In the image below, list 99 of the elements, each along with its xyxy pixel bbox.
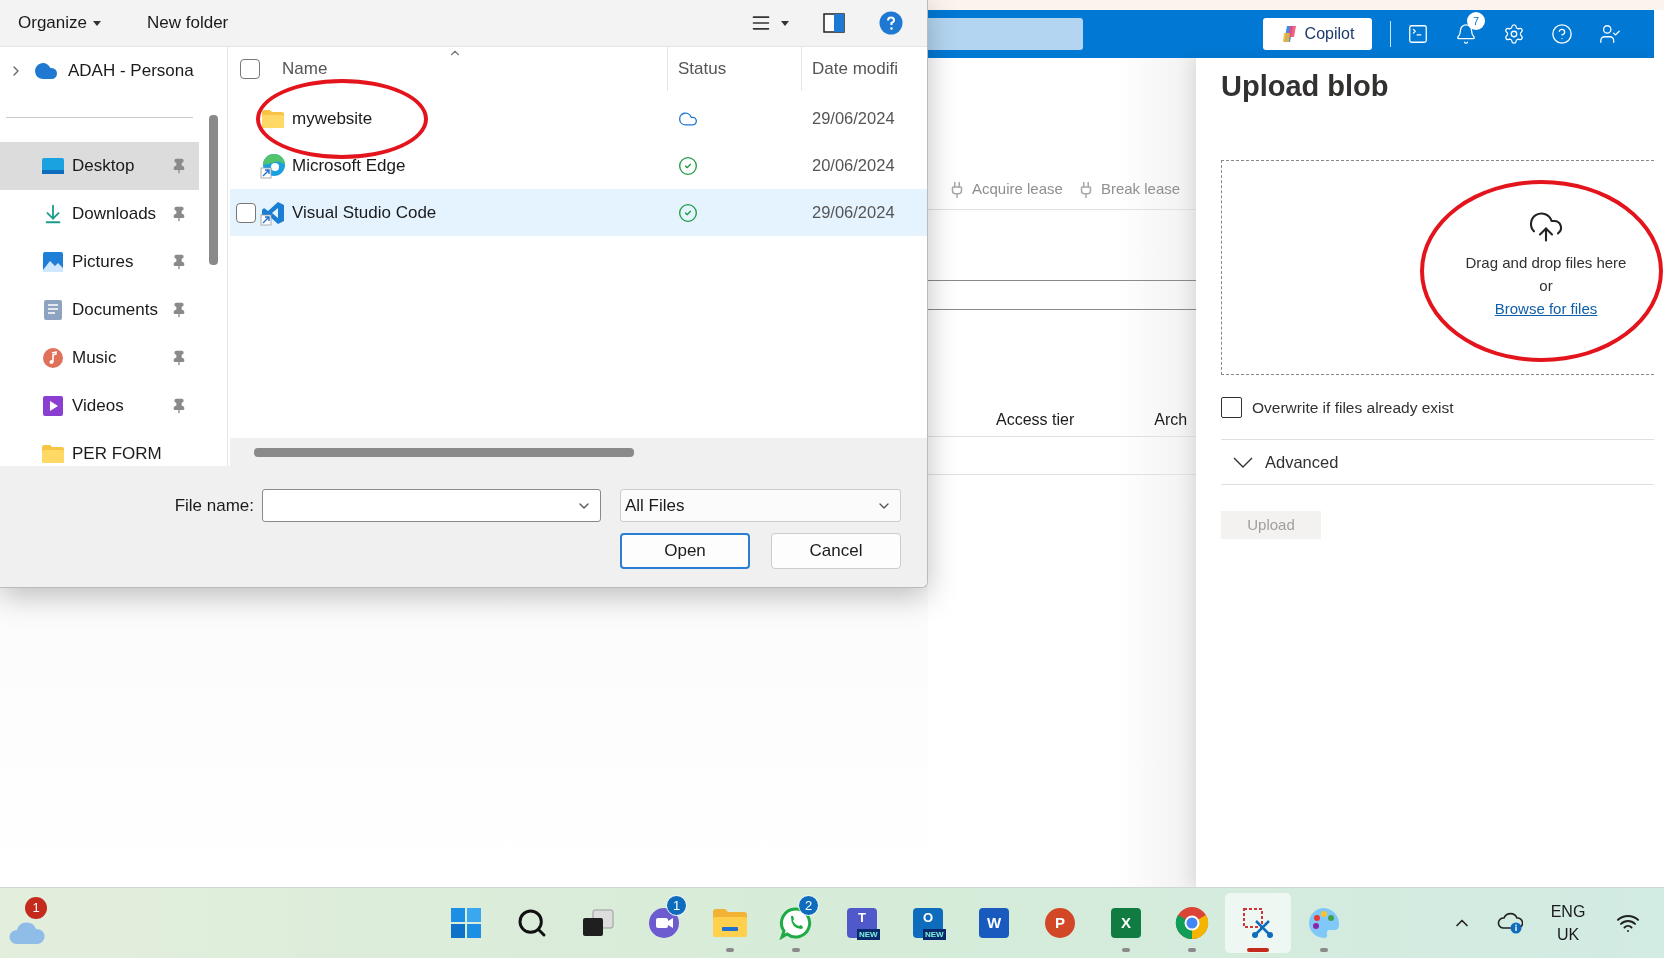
nav-item[interactable]: Videos [0,382,200,430]
file-row[interactable]: Microsoft Edge 20/06/2024 [230,142,927,189]
desktop-icon [41,156,65,176]
nav-tree-item[interactable]: ADAH - Persona [0,47,200,95]
help-icon [1551,23,1573,45]
notification-bell-icon [1455,23,1477,45]
running-indicator [1247,948,1269,952]
folder-icon [712,908,748,938]
running-indicator [792,948,800,952]
notifications-button[interactable]: 7 [1442,10,1490,58]
paint-palette-icon [1307,906,1341,940]
picture-icon [42,251,64,273]
organize-button[interactable]: Organize [18,10,101,36]
running-indicator [726,948,734,952]
taskbar-button[interactable]: X [1093,893,1159,953]
preview-pane-button[interactable] [823,13,845,33]
notification-badge: 1 [25,897,47,919]
overlapping-windows-icon [581,908,615,938]
row-checkbox[interactable] [236,202,256,223]
code-editor-shortcut-icon [260,199,286,226]
music-icon [42,347,64,369]
field-label: File name: [174,494,254,517]
cloud-icon [8,921,46,945]
nav-item[interactable]: Music [0,334,200,382]
file-type-dropdown[interactable]: All Files [620,489,901,522]
new-tag: NEW [923,929,946,940]
nav-item[interactable]: Desktop [0,142,200,190]
date-cell-text: 20/06/2024 [811,155,895,177]
notification-badge: 1 [666,895,687,916]
taskbar-button[interactable]: O NEW [895,893,961,953]
copilot-button[interactable]: Copilot [1263,18,1372,50]
help-button[interactable] [879,11,903,35]
taskbar-button[interactable]: 1 [631,893,697,953]
taskbar-button[interactable]: P [1027,893,1093,953]
drop-instructions: Drag and drop files here [1465,253,1627,273]
file-name-field[interactable] [262,489,601,522]
word-processor-icon: W [979,908,1009,938]
language-button[interactable]: ENG UK [1540,900,1596,946]
file-row[interactable]: mywebsite 29/06/2024 [230,95,927,142]
nav-item[interactable]: Documents [0,286,200,334]
running-indicator [1188,948,1196,952]
notification-badge: 7 [1467,12,1485,30]
column-header[interactable]: Arch [1154,407,1188,432]
taskbar-button[interactable]: 2 [763,893,829,953]
search-field[interactable] [928,18,1083,50]
file-name: Microsoft Edge [292,154,406,177]
new-tag: NEW [857,929,880,940]
cancel-button[interactable]: Cancel [771,533,901,569]
advanced-expander[interactable]: Advanced [1221,440,1654,485]
file-name: mywebsite [292,107,373,130]
spreadsheet-app-icon: X [1111,908,1141,938]
nav-item[interactable]: PER FORM [0,430,200,466]
select-all-checkbox[interactable] [240,59,260,79]
checkbox[interactable] [1221,397,1242,419]
browser-shortcut-icon [260,152,286,179]
folder-icon [261,108,285,129]
overwrite-checkbox-row[interactable]: Overwrite if files already exist [1221,396,1654,420]
scrollbar-thumb[interactable] [208,115,218,265]
windows-logo-icon [450,907,482,939]
running-indicator [1320,948,1328,952]
person-icon [1599,23,1621,45]
cloud-info-icon [1497,912,1523,934]
chevron-down-icon [1233,456,1253,468]
notification-badge: 2 [798,895,819,916]
column-header[interactable]: Access tier [996,407,1075,432]
taskbar-button[interactable]: W [961,893,1027,953]
caret-icon [781,20,789,26]
date-cell-text: 29/06/2024 [811,202,895,224]
column-header[interactable]: Date modifi [812,56,898,82]
video-icon [42,395,64,417]
nav-item[interactable]: Pictures [0,238,200,286]
new-folder-button[interactable]: New folder [147,10,229,36]
preview-pane-icon [823,13,845,33]
settings-icon [1503,23,1525,45]
column-header[interactable]: Name [282,56,328,82]
panel-title: Upload blob [1221,69,1390,104]
horizontal-scrollbar-thumb[interactable] [254,447,634,457]
caret-icon [93,20,101,26]
nav-item[interactable]: Downloads [0,190,200,238]
browse-files-link[interactable]: Browse for files [1494,297,1598,320]
document-icon [43,299,63,321]
terminal-icon [1407,23,1429,45]
taskbar-button[interactable]: T NEW [829,893,895,953]
date-cell-text: 29/06/2024 [811,108,895,130]
copilot-logo-icon [1280,25,1299,43]
search-icon [516,907,548,939]
scissors-screenshot-icon [1241,906,1275,940]
running-indicator [1122,948,1130,952]
or-text: or [1539,276,1553,296]
view-options-button[interactable] [751,13,789,33]
folder-icon [41,444,65,464]
column-header[interactable]: Status [678,56,727,82]
presentation-app-icon: P [1045,908,1075,938]
list-view-icon [751,13,771,33]
file-name: Visual Studio Code [292,201,437,224]
browser-icon [1175,906,1209,940]
help-icon [879,11,903,35]
file-row[interactable]: Visual Studio Code 29/06/2024 [230,189,927,236]
open-button[interactable]: Open [620,533,750,569]
